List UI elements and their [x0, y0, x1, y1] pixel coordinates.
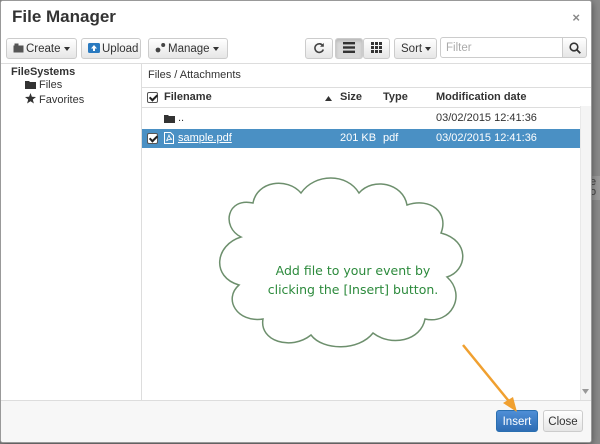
- file-list-panel: Files / Attachments Filename Size Type M…: [142, 63, 591, 401]
- row-checkbox[interactable]: [147, 133, 158, 144]
- chevron-down-icon: [212, 46, 219, 51]
- sort-asc-icon: [325, 96, 332, 101]
- file-manager-dialog: File Manager × Create Upload Manage Sort: [0, 0, 592, 443]
- sort-button[interactable]: Sort: [394, 38, 437, 59]
- column-modified[interactable]: Modification date: [436, 91, 526, 103]
- tree-item-label: Favorites: [39, 94, 85, 106]
- scrollbar[interactable]: [580, 106, 591, 400]
- tree-item-favorites[interactable]: Favorites: [25, 93, 84, 106]
- chevron-down-icon: [63, 46, 70, 51]
- column-type[interactable]: Type: [383, 91, 408, 103]
- tree-root[interactable]: FileSystems: [11, 66, 75, 78]
- star-icon: [25, 93, 36, 104]
- callout-line-2: clicking the [Insert] button.: [267, 282, 439, 297]
- upload-label: Upload: [102, 43, 139, 55]
- dialog-header: File Manager ×: [1, 1, 591, 35]
- chevron-down-icon: [425, 46, 432, 51]
- breadcrumb-path: Files / Attachments: [148, 69, 241, 81]
- file-name: ..: [178, 112, 185, 124]
- list-view-icon: [343, 42, 355, 53]
- file-name[interactable]: sample.pdf: [178, 132, 232, 144]
- file-list-header: Filename Size Type Modification date: [142, 88, 591, 108]
- table-row[interactable]: sample.pdf 201 KB pdf 03/02/2015 12:41:3…: [142, 129, 581, 148]
- column-size[interactable]: Size: [340, 91, 362, 103]
- pdf-file-icon: [164, 132, 174, 144]
- breadcrumb: Files / Attachments: [142, 64, 591, 88]
- search-icon: [569, 42, 581, 54]
- file-modified: 03/02/2015 12:41:36: [436, 112, 537, 124]
- grid-view-button[interactable]: [363, 38, 390, 59]
- file-size: 201 KB: [340, 132, 377, 144]
- folder-icon: [164, 115, 175, 123]
- search-button[interactable]: [562, 37, 587, 58]
- refresh-button[interactable]: [305, 38, 333, 59]
- tree-item-label: Files: [39, 79, 63, 91]
- folder-icon: [25, 81, 36, 89]
- upload-button[interactable]: Upload: [81, 38, 141, 59]
- file-type: pdf: [383, 132, 399, 144]
- file-modified: 03/02/2015 12:41:36: [436, 132, 537, 144]
- manage-icon: [155, 43, 166, 53]
- grid-view-icon: [371, 42, 382, 53]
- refresh-icon: [314, 43, 325, 54]
- create-icon: [13, 43, 24, 53]
- column-filename[interactable]: Filename: [164, 91, 212, 103]
- sort-label: Sort: [401, 43, 423, 55]
- callout-line-1: Add file to your event by: [275, 263, 431, 278]
- select-all-checkbox[interactable]: [147, 92, 158, 103]
- upload-icon: [88, 43, 100, 53]
- close-icon[interactable]: ×: [572, 10, 580, 25]
- dialog-title: File Manager: [12, 7, 116, 26]
- scroll-down-icon[interactable]: [582, 389, 589, 394]
- filesystem-tree: FileSystems Files Favorites: [1, 63, 142, 401]
- insert-button[interactable]: Insert: [496, 410, 538, 432]
- manage-label: Manage: [168, 43, 210, 55]
- close-button[interactable]: Close: [543, 410, 583, 432]
- tree-item-files[interactable]: Files: [25, 79, 62, 91]
- create-button[interactable]: Create: [6, 38, 77, 59]
- table-row[interactable]: .. 03/02/2015 12:41:36: [142, 109, 581, 128]
- list-view-button[interactable]: [335, 38, 363, 59]
- callout-text: Add file to your event by clicking the […: [253, 261, 453, 299]
- filter-input[interactable]: [440, 37, 563, 58]
- manage-button[interactable]: Manage: [148, 38, 228, 59]
- create-label: Create: [26, 43, 61, 55]
